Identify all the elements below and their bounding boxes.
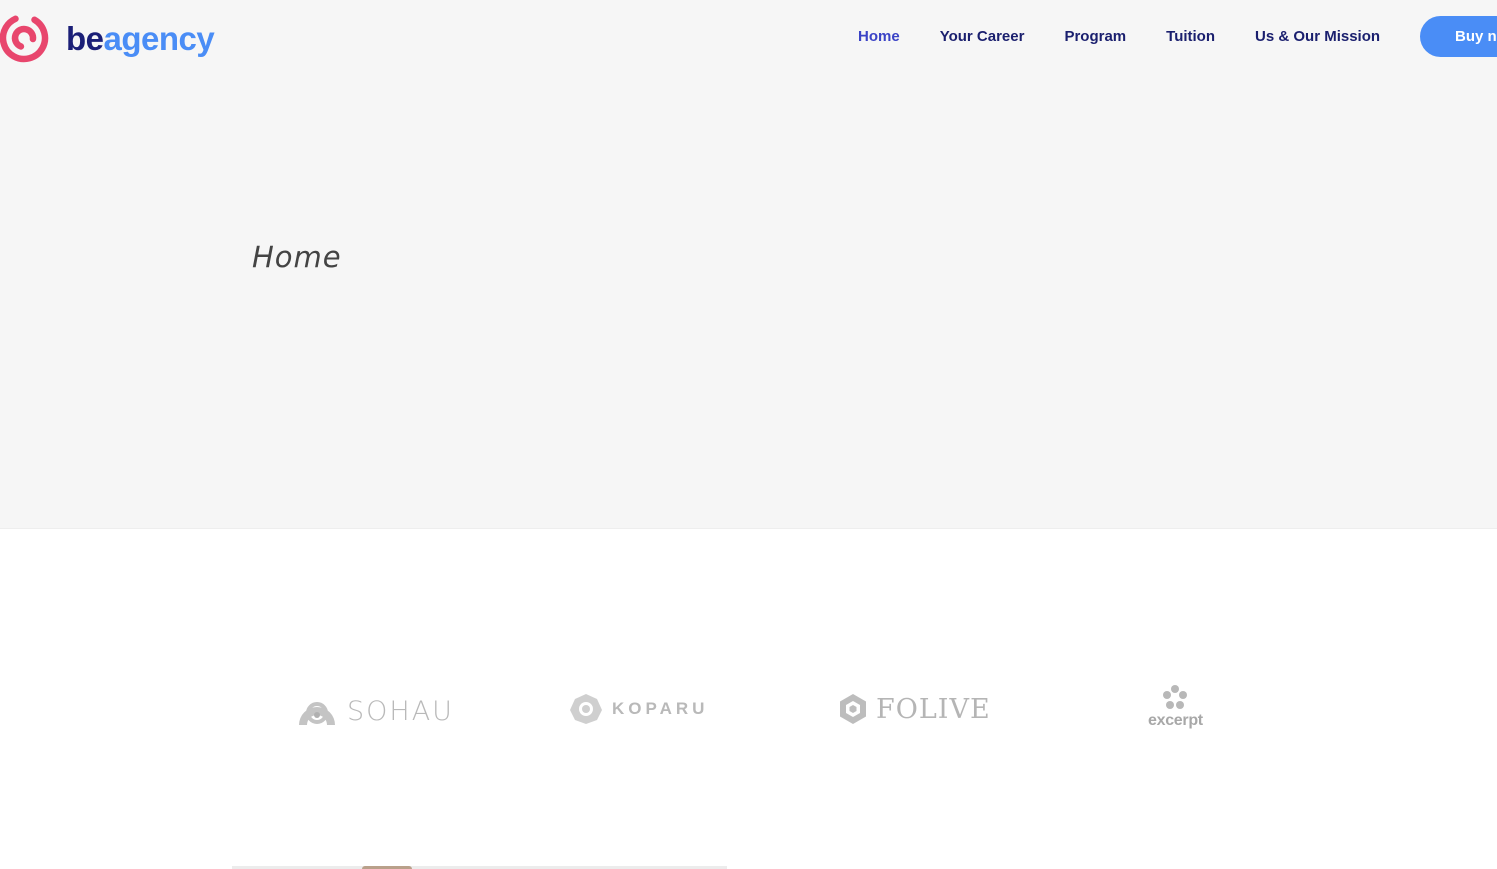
client-logos: SOHAU KOPARU FOLIVE excerpt xyxy=(0,680,1497,740)
site-header: beagency Home Your Career Program Tuitio… xyxy=(0,0,1497,75)
client-name: FOLIVE xyxy=(876,693,991,725)
nav-item-tuition[interactable]: Tuition xyxy=(1146,26,1235,48)
logo-wordmark: beagency xyxy=(66,19,215,57)
client-logo-sohau: SOHAU xyxy=(297,696,454,727)
sohau-logo-icon xyxy=(299,701,335,725)
client-logo-folive: FOLIVE xyxy=(838,693,991,725)
folive-logo-icon xyxy=(840,694,866,724)
nav-item-home[interactable]: Home xyxy=(838,26,920,48)
nav-item-us-our-mission[interactable]: Us & Our Mission xyxy=(1235,26,1400,48)
logo-be: be xyxy=(66,19,104,57)
nav-item-your-career[interactable]: Your Career xyxy=(920,26,1045,48)
page-title: Home xyxy=(252,240,342,274)
site-logo[interactable]: beagency xyxy=(0,12,215,64)
client-name: excerpt xyxy=(1148,712,1203,729)
nav-item-program[interactable]: Program xyxy=(1044,26,1146,48)
page: beagency Home Your Career Program Tuitio… xyxy=(0,0,1497,869)
excerpt-logo-icon xyxy=(1163,685,1188,709)
client-logo-excerpt: excerpt xyxy=(1148,684,1203,730)
buy-now-button[interactable]: Buy n xyxy=(1420,16,1497,57)
client-name: SOHAU xyxy=(347,696,454,727)
client-logo-koparu: KOPARU xyxy=(570,694,708,724)
client-name: KOPARU xyxy=(612,699,709,718)
hero-section: beagency Home Your Career Program Tuitio… xyxy=(0,0,1497,529)
logo-agency: agency xyxy=(103,19,215,57)
koparu-logo-icon xyxy=(570,694,602,724)
main-nav: Home Your Career Program Tuition Us & Ou… xyxy=(838,26,1400,48)
spiral-logo-icon xyxy=(0,13,49,63)
